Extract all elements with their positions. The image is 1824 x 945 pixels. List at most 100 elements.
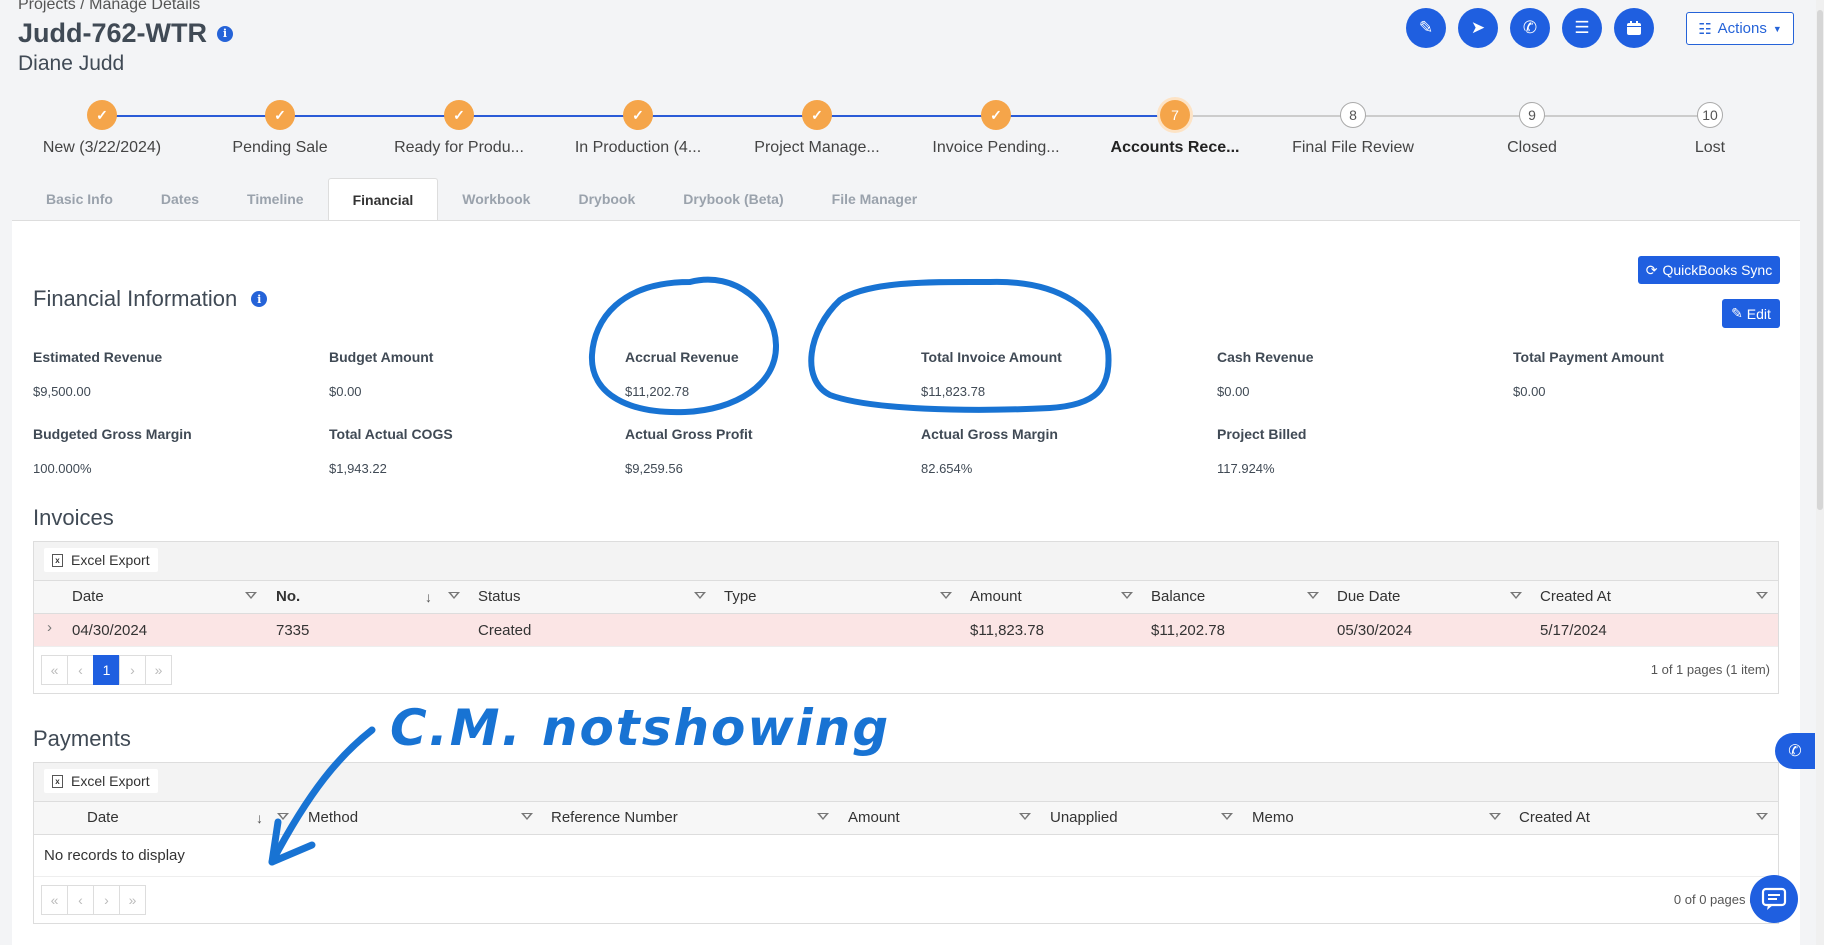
check-icon: ✓	[87, 100, 117, 130]
column-header-type[interactable]: Type	[724, 588, 757, 605]
edit-button[interactable]: ✎ Edit	[1722, 299, 1780, 328]
invoices-grid: x Excel Export Date No. ↓ Status Type Am…	[33, 541, 1779, 694]
tab-drybook-beta[interactable]: Drybook (Beta)	[659, 178, 807, 221]
step-7[interactable]: 7 Accounts Rece...	[1085, 100, 1265, 157]
tab-basic-info[interactable]: Basic Info	[22, 178, 137, 221]
column-header-date[interactable]: Date	[72, 588, 104, 605]
next-page-button[interactable]: ›	[119, 655, 146, 685]
calendar-button[interactable]	[1614, 8, 1654, 48]
column-header-created-at[interactable]: Created At	[1519, 809, 1590, 826]
filter-icon[interactable]	[694, 592, 707, 604]
column-header-amount[interactable]: Amount	[970, 588, 1022, 605]
chat-icon	[1761, 887, 1787, 910]
breadcrumb[interactable]: Projects / Manage Details	[18, 0, 200, 14]
step-number: 7	[1160, 100, 1190, 130]
chat-button[interactable]	[1750, 875, 1798, 923]
column-header-date[interactable]: Date	[87, 809, 119, 826]
actions-dropdown[interactable]: ☷ Actions ▼	[1686, 12, 1794, 45]
last-page-button[interactable]: »	[145, 655, 172, 685]
step-number: 9	[1519, 102, 1545, 128]
metric-value: $0.00	[1217, 384, 1250, 399]
edit-note-button[interactable]: ✎	[1406, 8, 1446, 48]
filter-icon[interactable]	[1489, 813, 1502, 825]
step-10[interactable]: 10 Lost	[1620, 100, 1800, 157]
prev-page-button[interactable]: ‹	[67, 885, 94, 915]
expand-chevron-icon[interactable]: ›	[47, 619, 52, 636]
column-header-balance[interactable]: Balance	[1151, 588, 1205, 605]
checklist-button[interactable]: ☰	[1562, 8, 1602, 48]
filter-icon[interactable]	[1019, 813, 1032, 825]
next-page-button[interactable]: ›	[93, 885, 120, 915]
step-2[interactable]: ✓ Pending Sale	[190, 100, 370, 157]
metric-value: $9,500.00	[33, 384, 91, 399]
step-label: Ready for Produ...	[394, 139, 524, 156]
column-header-due-date[interactable]: Due Date	[1337, 588, 1400, 605]
filter-icon[interactable]	[1221, 813, 1234, 825]
step-5[interactable]: ✓ Project Manage...	[727, 100, 907, 157]
excel-export-label: Excel Export	[71, 773, 150, 789]
filter-icon[interactable]	[448, 592, 461, 604]
excel-export-button[interactable]: x Excel Export	[44, 548, 158, 572]
no-records-text: No records to display	[44, 847, 185, 864]
sort-down-icon[interactable]: ↓	[425, 589, 432, 605]
prev-page-button[interactable]: ‹	[67, 655, 94, 685]
metric-label: Estimated Revenue	[33, 349, 163, 365]
excel-export-label: Excel Export	[71, 552, 150, 568]
scrollbar-thumb[interactable]	[1817, 10, 1823, 510]
filter-icon[interactable]	[1756, 813, 1769, 825]
floating-call-button[interactable]: ✆	[1775, 733, 1815, 769]
filter-icon[interactable]	[245, 592, 258, 604]
metric-value: $9,259.56	[625, 461, 683, 476]
pager: « ‹ 1 › » 1 of 1 pages (1 item)	[34, 647, 1778, 693]
filter-icon[interactable]	[1307, 592, 1320, 604]
column-header-method[interactable]: Method	[308, 809, 358, 826]
grid-header: Date ↓ Method Reference Number Amount Un…	[34, 802, 1778, 835]
column-header-memo[interactable]: Memo	[1252, 809, 1294, 826]
call-button[interactable]: ✆	[1510, 8, 1550, 48]
cell-date: 04/30/2024	[72, 622, 148, 639]
metric-label: Total Invoice Amount	[921, 349, 1062, 365]
filter-icon[interactable]	[940, 592, 953, 604]
step-4[interactable]: ✓ In Production (4...	[548, 100, 728, 157]
filter-icon[interactable]	[1510, 592, 1523, 604]
step-6[interactable]: ✓ Invoice Pending...	[906, 100, 1086, 157]
filter-icon[interactable]	[1756, 592, 1769, 604]
empty-row: No records to display	[34, 835, 1778, 877]
column-header-created-at[interactable]: Created At	[1540, 588, 1611, 605]
payments-title: Payments	[33, 726, 131, 751]
page-button[interactable]: 1	[93, 655, 120, 685]
tab-file-manager[interactable]: File Manager	[808, 178, 942, 221]
tab-dates[interactable]: Dates	[137, 178, 223, 221]
sort-down-icon[interactable]: ↓	[256, 810, 263, 826]
project-status-stepper: ✓ New (3/22/2024) ✓ Pending Sale ✓ Ready…	[0, 100, 1824, 160]
last-page-button[interactable]: »	[119, 885, 146, 915]
step-label: Final File Review	[1292, 139, 1414, 156]
column-header-reference-number[interactable]: Reference Number	[551, 809, 678, 826]
excel-export-button[interactable]: x Excel Export	[44, 769, 158, 793]
tab-financial[interactable]: Financial	[327, 178, 439, 221]
send-button[interactable]: ➤	[1458, 8, 1498, 48]
column-header-status[interactable]: Status	[478, 588, 521, 605]
column-header-no[interactable]: No.	[276, 588, 300, 605]
step-3[interactable]: ✓ Ready for Produ...	[369, 100, 549, 157]
tab-workbook[interactable]: Workbook	[438, 178, 554, 221]
customer-name: Diane Judd	[18, 52, 125, 75]
first-page-button[interactable]: «	[41, 885, 68, 915]
table-row[interactable]: › 04/30/2024 7335 Created $11,823.78 $11…	[34, 614, 1778, 647]
filter-icon[interactable]	[1121, 592, 1134, 604]
info-icon[interactable]: i	[217, 25, 233, 42]
column-header-amount[interactable]: Amount	[848, 809, 900, 826]
step-9[interactable]: 9 Closed	[1442, 100, 1622, 157]
filter-icon[interactable]	[521, 813, 534, 825]
quickbooks-sync-button[interactable]: ⟳ QuickBooks Sync	[1638, 256, 1780, 284]
filter-icon[interactable]	[277, 813, 290, 825]
step-1[interactable]: ✓ New (3/22/2024)	[12, 100, 192, 157]
tab-timeline[interactable]: Timeline	[223, 178, 328, 221]
column-header-unapplied[interactable]: Unapplied	[1050, 809, 1118, 826]
info-icon[interactable]: i	[251, 291, 268, 307]
first-page-button[interactable]: «	[41, 655, 68, 685]
tab-drybook[interactable]: Drybook	[554, 178, 659, 221]
filter-icon[interactable]	[817, 813, 830, 825]
pager-info: 1 of 1 pages (1 item)	[1650, 662, 1770, 677]
step-8[interactable]: 8 Final File Review	[1263, 100, 1443, 157]
